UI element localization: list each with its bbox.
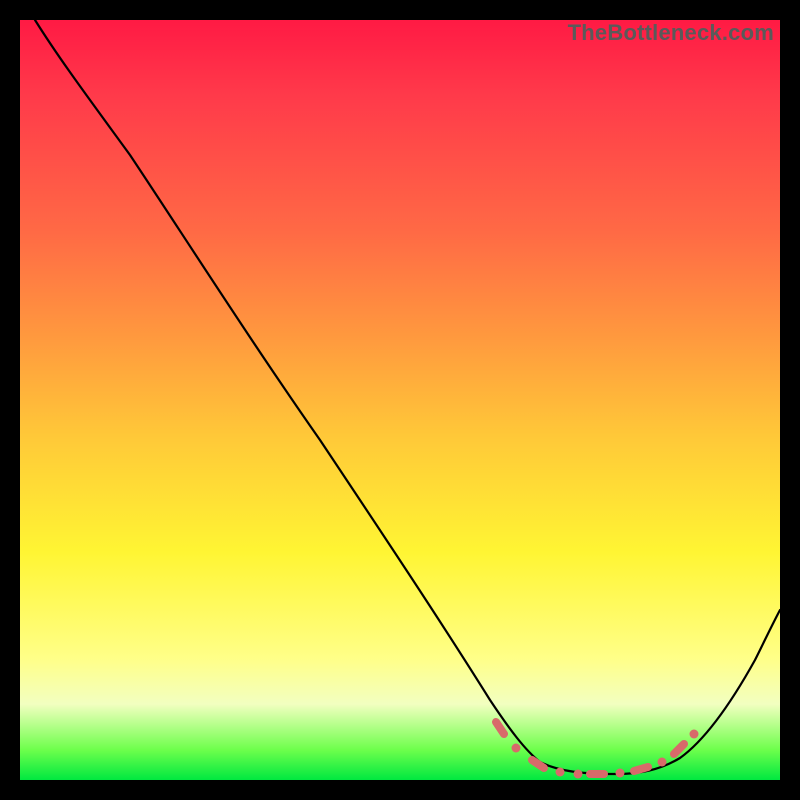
bottleneck-curve-svg [20,20,780,780]
bottleneck-curve [35,20,780,774]
chart-frame: TheBottleneck.com [20,20,780,780]
